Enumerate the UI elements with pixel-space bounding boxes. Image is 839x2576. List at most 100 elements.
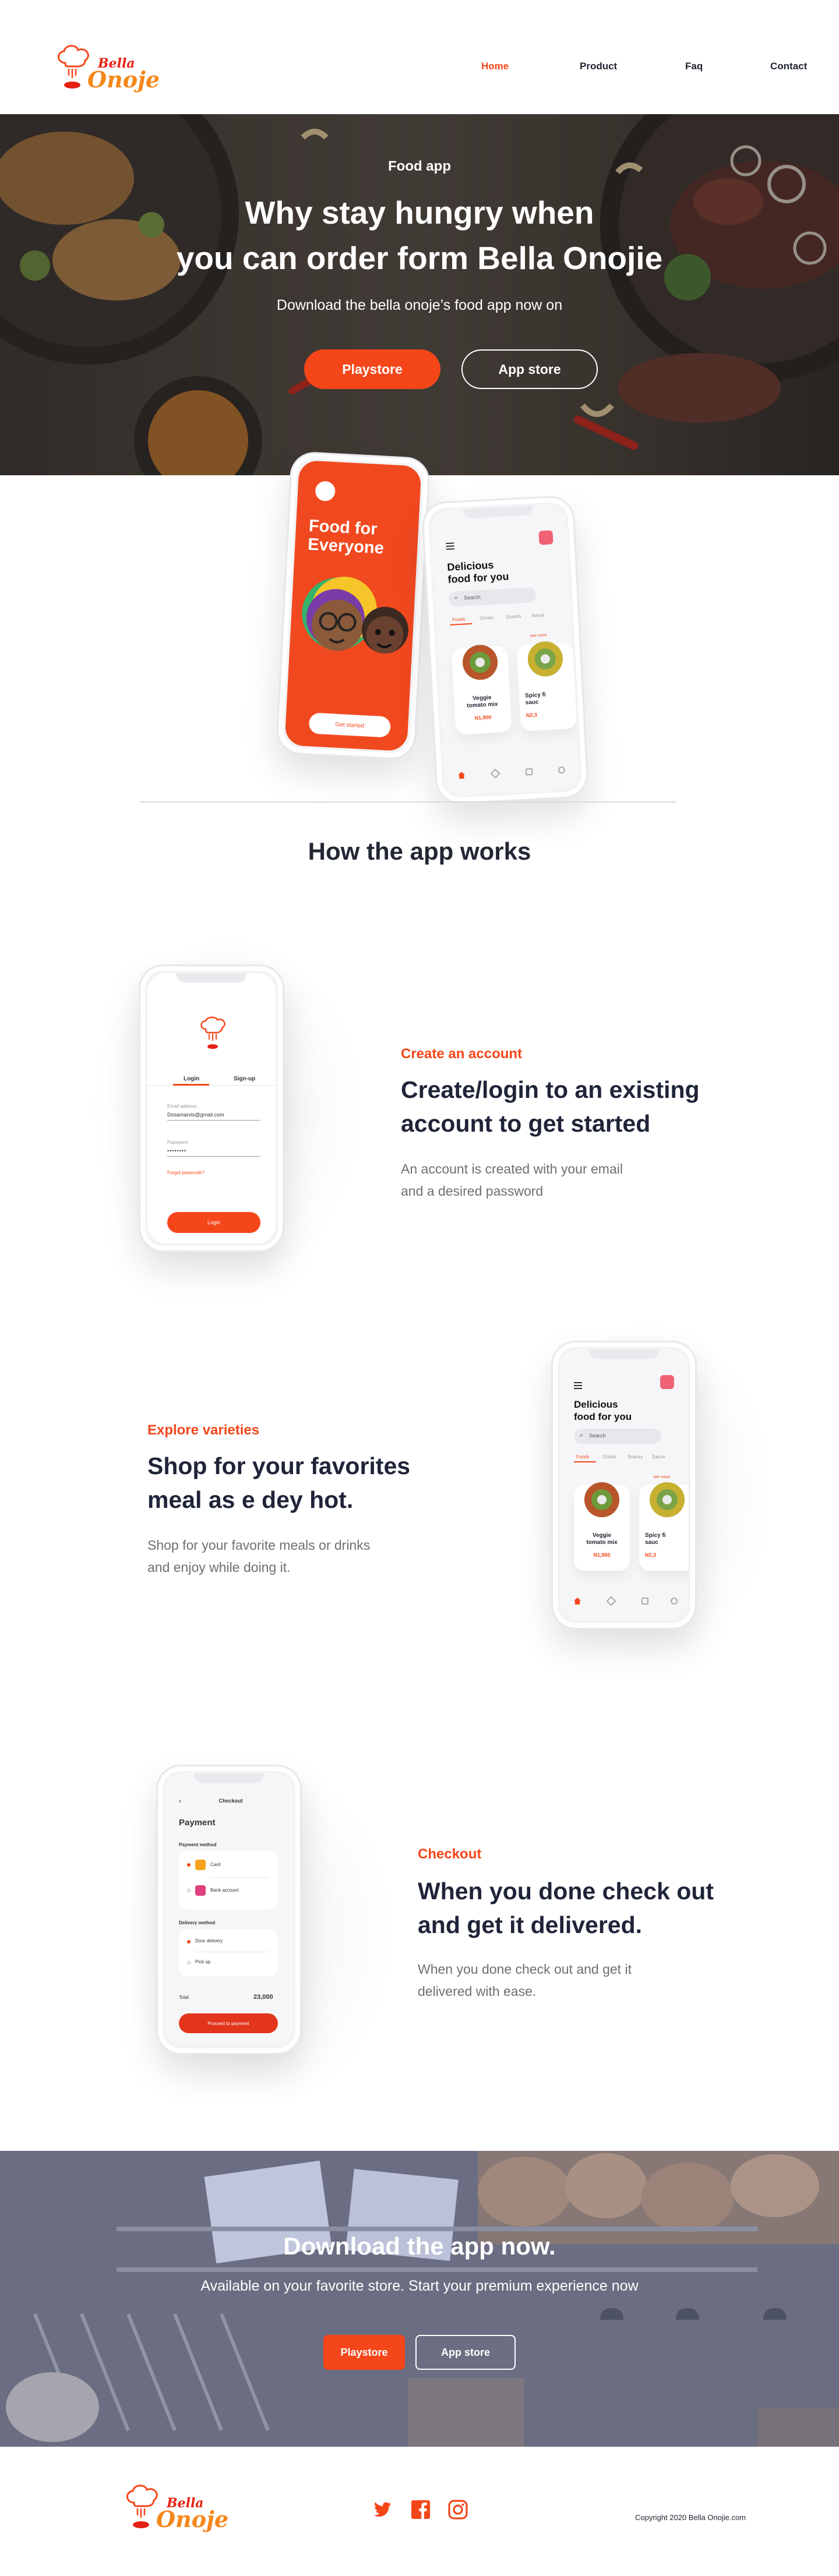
chef-hat-icon: [200, 1016, 225, 1049]
bag-icon[interactable]: [525, 768, 533, 776]
download-cta-section: Download the app now. Available on your …: [0, 2151, 839, 2447]
instagram-icon[interactable]: [447, 2499, 468, 2520]
see-more-link[interactable]: see more: [530, 633, 548, 638]
hero-subtitle: Download the bella onoje’s food app now …: [276, 297, 563, 313]
hero-playstore-button[interactable]: Playstore: [304, 349, 440, 389]
brand-logo[interactable]: Bella Onoje: [52, 43, 163, 97]
cta-subtitle: Available on your favorite store. Start …: [200, 2278, 639, 2294]
step2-heading: Shop for your favorites meal as e dey ho…: [147, 1453, 411, 1513]
bag-icon[interactable]: [641, 1598, 648, 1605]
tab-drinks[interactable]: Drinks: [603, 1454, 616, 1460]
footer-brand-logo[interactable]: Bella Onoje: [121, 2483, 232, 2536]
cta-playstore-button[interactable]: Playstore: [323, 2335, 405, 2370]
svg-text:Onoje: Onoje: [156, 2506, 228, 2532]
radio-unselected[interactable]: [187, 1961, 191, 1964]
menu-title: Delicious food for you: [446, 559, 509, 585]
forgot-passcode-link[interactable]: Forgot passcode?: [167, 1170, 205, 1175]
cart-icon[interactable]: [538, 530, 554, 545]
get-started-button[interactable]: Get started: [308, 712, 392, 738]
step3-kicker: Checkout: [418, 1846, 482, 1862]
step3-heading: When you done check out and get it deliv…: [418, 1878, 714, 1938]
nav-product[interactable]: Product: [580, 61, 617, 72]
twitter-icon[interactable]: [372, 2499, 393, 2520]
hero-title: Why stay hungry when you can order form …: [176, 195, 663, 276]
cta-title: Download the app now.: [283, 2232, 556, 2260]
login-phone-mockup: Login Sign-up Email address Dosamarvis@g…: [139, 964, 284, 1252]
food-image: [461, 644, 499, 681]
history-icon[interactable]: [671, 1598, 678, 1605]
food-card[interactable]: Veggie tomato mix N1,900: [574, 1482, 630, 1571]
food-image: [650, 1482, 685, 1517]
site-footer: Bella Onoje Copyright 2020 Bella Onojie.…: [0, 2447, 839, 2576]
login-button[interactable]: Login: [167, 1212, 260, 1233]
copyright-text: Copyright 2020 Bella Onojie.com: [635, 2513, 746, 2522]
search-input[interactable]: ⌕ Search: [448, 587, 537, 607]
card-icon: [195, 1860, 206, 1870]
food-card[interactable]: Spicy fi sauc N2,3: [516, 640, 577, 732]
home-icon[interactable]: [458, 772, 466, 779]
home-icon[interactable]: [574, 1598, 581, 1605]
payment-title: Payment: [179, 1818, 216, 1828]
step1-description: An account is created with your email an…: [401, 1161, 623, 1199]
pay-bank-option[interactable]: Bank account: [210, 1888, 238, 1893]
tab-signup[interactable]: Sign-up: [234, 1076, 255, 1082]
avatar-illustration: [302, 577, 408, 653]
site-header: Bella Onoje Home Product Faq Contact: [0, 0, 839, 114]
bank-icon: [195, 1885, 206, 1896]
nav-faq[interactable]: Faq: [685, 61, 703, 72]
hero-appstore-button[interactable]: App store: [461, 349, 598, 389]
door-delivery-option[interactable]: Door delivery: [195, 1938, 223, 1944]
food-card[interactable]: Veggie tomato mix N1,900: [451, 644, 512, 735]
password-field[interactable]: ••••••••: [167, 1148, 186, 1154]
search-icon: ⌕: [454, 595, 459, 602]
nav-contact[interactable]: Contact: [770, 61, 807, 72]
hero-section: Food app Why stay hungry when you can or…: [0, 114, 839, 475]
payment-method-card: Card Bank account: [179, 1850, 278, 1910]
checkout-header: Checkout: [218, 1798, 243, 1804]
tab-snacks[interactable]: Snacks: [628, 1454, 643, 1460]
food-image: [584, 1482, 619, 1517]
step1-kicker: Create an account: [401, 1046, 523, 1062]
radio-selected[interactable]: [187, 1863, 191, 1867]
step2-kicker: Explore varieties: [147, 1422, 260, 1438]
delivery-method-card: Door delivery Pick up: [179, 1930, 278, 1976]
tab-sauce[interactable]: Sauce: [531, 612, 545, 618]
email-field[interactable]: Dosamarvis@gmail.com: [167, 1112, 224, 1118]
how-it-works-title: How the app works: [308, 838, 531, 865]
pay-card-option[interactable]: Card: [210, 1862, 220, 1867]
proceed-to-payment-button[interactable]: Proceed to payment: [179, 2013, 278, 2033]
menu-icon[interactable]: [446, 542, 454, 545]
tab-foods[interactable]: Foods: [576, 1454, 589, 1460]
splash-phone-mockup: Food for Everyone Get started: [275, 451, 431, 761]
see-more-link[interactable]: see more: [653, 1475, 670, 1479]
history-icon[interactable]: [558, 766, 566, 774]
splash-title: Food for Everyone: [307, 516, 385, 558]
step1-heading: Create/login to an existing account to g…: [401, 1076, 700, 1137]
food-image: [527, 640, 564, 677]
tab-snacks[interactable]: Snacks: [506, 614, 521, 620]
food-card[interactable]: Spicy fi sauc N2,3: [639, 1482, 688, 1571]
checkout-phone-mockup: ‹ Checkout Payment Payment method Card B…: [156, 1765, 302, 2055]
tab-sauce[interactable]: Sauce: [652, 1454, 665, 1460]
step2-description: Shop for your favorite meals or drinks a…: [147, 1538, 371, 1575]
radio-unselected[interactable]: [187, 1889, 191, 1892]
cart-icon[interactable]: [660, 1375, 674, 1389]
tab-foods[interactable]: Foods: [452, 617, 466, 623]
svg-text:Onoje: Onoje: [87, 66, 160, 93]
nav-home[interactable]: Home: [481, 61, 509, 72]
search-icon: ⌕: [580, 1432, 583, 1439]
menu-title: Delicious food for you: [574, 1399, 632, 1422]
facebook-icon[interactable]: [410, 2499, 431, 2520]
app-logo-icon: [315, 480, 336, 502]
explore-icon[interactable]: [606, 1596, 616, 1606]
radio-selected[interactable]: [187, 1940, 191, 1944]
cta-appstore-button[interactable]: App store: [415, 2335, 516, 2370]
tab-login[interactable]: Login: [184, 1076, 199, 1082]
menu-icon[interactable]: [574, 1382, 582, 1383]
search-input[interactable]: ⌕ Search: [574, 1429, 661, 1444]
tab-drinks[interactable]: Drinks: [480, 615, 493, 621]
hero-kicker: Food app: [388, 158, 451, 174]
shop-phone-mockup: Delicious food for you ⌕ Search Foods Dr…: [551, 1341, 697, 1630]
explore-icon[interactable]: [490, 768, 500, 779]
pickup-option[interactable]: Pick up: [195, 1959, 210, 1964]
